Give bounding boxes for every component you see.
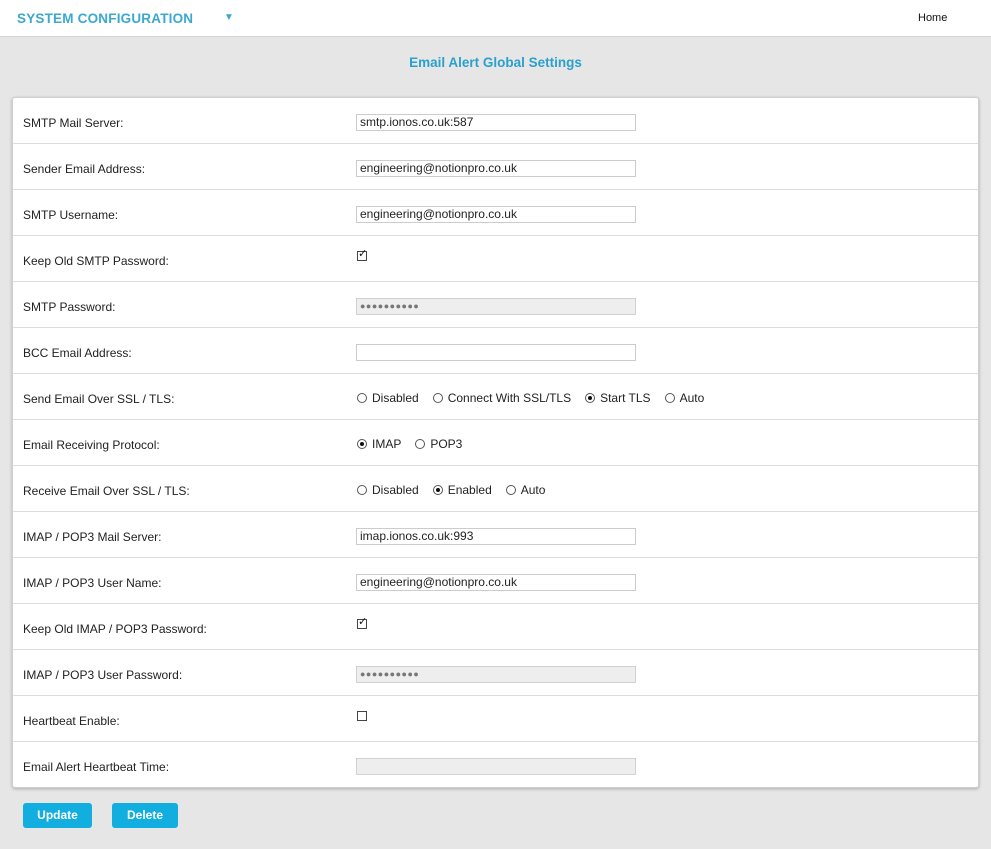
row-sender-email: Sender Email Address: engineering@notion… bbox=[13, 144, 978, 190]
row-receiving-protocol: Email Receiving Protocol: IMAP POP3 bbox=[13, 420, 978, 466]
receiving-protocol-radio-label: IMAP bbox=[372, 436, 402, 451]
row-imap-server: IMAP / POP3 Mail Server: imap.ionos.co.u… bbox=[13, 512, 978, 558]
update-button[interactable]: Update bbox=[23, 803, 92, 828]
row-send-ssl-tls: Send Email Over SSL / TLS: Disabled Conne… bbox=[13, 374, 978, 420]
receive-ssl-tls-option-auto[interactable]: Auto bbox=[505, 482, 546, 497]
imap-password-label: IMAP / POP3 User Password: bbox=[23, 668, 183, 682]
checkmark-icon: ✓ bbox=[358, 616, 368, 628]
send-ssl-tls-radio-label: Start TLS bbox=[600, 390, 651, 405]
top-bar: SYSTEM CONFIGURATION ▼ Home bbox=[0, 0, 991, 37]
send-ssl-tls-radio-group: Disabled Connect With SSL/TLS Start TLS Aut… bbox=[357, 390, 718, 405]
receive-ssl-tls-radio-label: Disabled bbox=[372, 482, 419, 497]
row-heartbeat-time: Email Alert Heartbeat Time: bbox=[13, 742, 978, 788]
sender-email-input[interactable]: engineering@notionpro.co.uk bbox=[356, 160, 636, 177]
imap-server-label: IMAP / POP3 Mail Server: bbox=[23, 530, 162, 544]
receive-ssl-tls-label: Receive Email Over SSL / TLS: bbox=[23, 484, 190, 498]
heartbeat-enable-checkbox[interactable] bbox=[357, 711, 367, 721]
keep-old-imap-password-checkbox[interactable]: ✓ bbox=[357, 616, 367, 629]
send-ssl-tls-radio-disabled[interactable] bbox=[357, 392, 367, 403]
receive-ssl-tls-radio-label: Auto bbox=[520, 482, 546, 497]
heartbeat-time-label: Email Alert Heartbeat Time: bbox=[23, 760, 170, 774]
delete-button[interactable]: Delete bbox=[112, 803, 178, 828]
bcc-email-input[interactable] bbox=[356, 344, 636, 361]
receive-ssl-tls-radio-enabled[interactable] bbox=[432, 484, 443, 495]
row-keep-old-imap-password: Keep Old IMAP / POP3 Password: ✓ bbox=[13, 604, 978, 650]
send-ssl-tls-option-disabled[interactable]: Disabled bbox=[357, 390, 419, 405]
section-title[interactable]: SYSTEM CONFIGURATION bbox=[17, 11, 193, 26]
page-title: Email Alert Global Settings bbox=[409, 55, 582, 70]
row-smtp-server: SMTP Mail Server: smtp.ionos.co.uk:587 bbox=[13, 98, 978, 144]
row-smtp-username: SMTP Username: engineering@notionpro.co.… bbox=[13, 190, 978, 236]
settings-panel: SMTP Mail Server: smtp.ionos.co.uk:587 S… bbox=[12, 97, 979, 788]
bcc-email-label: BCC Email Address: bbox=[23, 346, 132, 360]
receive-ssl-tls-radio-label: Enabled bbox=[447, 482, 492, 497]
keep-old-smtp-password-checkbox[interactable]: ✓ bbox=[357, 248, 367, 261]
smtp-password-label: SMTP Password: bbox=[23, 300, 116, 314]
receive-ssl-tls-option-enabled[interactable]: Enabled bbox=[432, 482, 492, 497]
checkmark-icon: ✓ bbox=[358, 248, 368, 260]
receive-ssl-tls-option-disabled[interactable]: Disabled bbox=[357, 482, 419, 497]
send-ssl-tls-option-connect-with-ssl-tls[interactable]: Connect With SSL/TLS bbox=[432, 390, 572, 405]
smtp-server-input[interactable]: smtp.ionos.co.uk:587 bbox=[356, 114, 636, 131]
row-smtp-password: SMTP Password: ●●●●●●●●●● bbox=[13, 282, 978, 328]
smtp-server-label: SMTP Mail Server: bbox=[23, 116, 124, 130]
receive-ssl-tls-radio-auto[interactable] bbox=[505, 484, 516, 495]
heartbeat-time-input[interactable] bbox=[356, 758, 636, 775]
send-ssl-tls-radio-label: Disabled bbox=[372, 390, 419, 405]
row-keep-old-smtp-password: Keep Old SMTP Password: ✓ bbox=[13, 236, 978, 282]
row-bcc-email: BCC Email Address: bbox=[13, 328, 978, 374]
receive-ssl-tls-radio-disabled[interactable] bbox=[357, 484, 367, 495]
chevron-down-icon[interactable]: ▼ bbox=[224, 12, 234, 23]
row-heartbeat-enable: Heartbeat Enable: bbox=[13, 696, 978, 742]
row-imap-username: IMAP / POP3 User Name: engineering@notio… bbox=[13, 558, 978, 604]
keep-old-smtp-password-label: Keep Old SMTP Password: bbox=[23, 254, 169, 268]
receiving-protocol-option-imap[interactable]: IMAP bbox=[357, 436, 401, 451]
send-ssl-tls-radio-label: Connect With SSL/TLS bbox=[447, 390, 572, 405]
send-ssl-tls-radio-label: Auto bbox=[679, 390, 705, 405]
send-ssl-tls-radio-start-tls[interactable] bbox=[585, 392, 596, 403]
imap-username-label: IMAP / POP3 User Name: bbox=[23, 576, 162, 590]
imap-password-input[interactable]: ●●●●●●●●●● bbox=[356, 666, 636, 683]
receiving-protocol-label: Email Receiving Protocol: bbox=[23, 438, 160, 452]
send-ssl-tls-option-start-tls[interactable]: Start TLS bbox=[585, 390, 651, 405]
keep-old-imap-password-label: Keep Old IMAP / POP3 Password: bbox=[23, 622, 207, 636]
imap-server-input[interactable]: imap.ionos.co.uk:993 bbox=[356, 528, 636, 545]
receiving-protocol-radio-imap[interactable] bbox=[357, 438, 367, 449]
send-ssl-tls-option-auto[interactable]: Auto bbox=[664, 390, 705, 405]
smtp-username-input[interactable]: engineering@notionpro.co.uk bbox=[356, 206, 636, 223]
send-ssl-tls-radio-connect-with-ssl-tls[interactable] bbox=[432, 392, 443, 403]
sender-email-label: Sender Email Address: bbox=[23, 162, 146, 176]
smtp-username-label: SMTP Username: bbox=[23, 208, 119, 222]
row-receive-ssl-tls: Receive Email Over SSL / TLS: Disabled En… bbox=[13, 466, 978, 512]
receive-ssl-tls-radio-group: Disabled Enabled Auto bbox=[357, 482, 559, 497]
smtp-password-input[interactable]: ●●●●●●●●●● bbox=[356, 298, 636, 315]
send-ssl-tls-label: Send Email Over SSL / TLS: bbox=[23, 392, 175, 406]
receiving-protocol-radio-label: POP3 bbox=[430, 436, 463, 451]
row-imap-password: IMAP / POP3 User Password: ●●●●●●●●●● bbox=[13, 650, 978, 696]
home-link[interactable]: Home bbox=[918, 12, 947, 24]
receiving-protocol-radio-pop3[interactable] bbox=[415, 438, 426, 449]
receiving-protocol-option-pop3[interactable]: POP3 bbox=[415, 436, 462, 451]
send-ssl-tls-radio-auto[interactable] bbox=[664, 392, 675, 403]
imap-username-input[interactable]: engineering@notionpro.co.uk bbox=[356, 574, 636, 591]
receiving-protocol-radio-group: IMAP POP3 bbox=[357, 436, 476, 451]
heartbeat-enable-label: Heartbeat Enable: bbox=[23, 714, 120, 728]
